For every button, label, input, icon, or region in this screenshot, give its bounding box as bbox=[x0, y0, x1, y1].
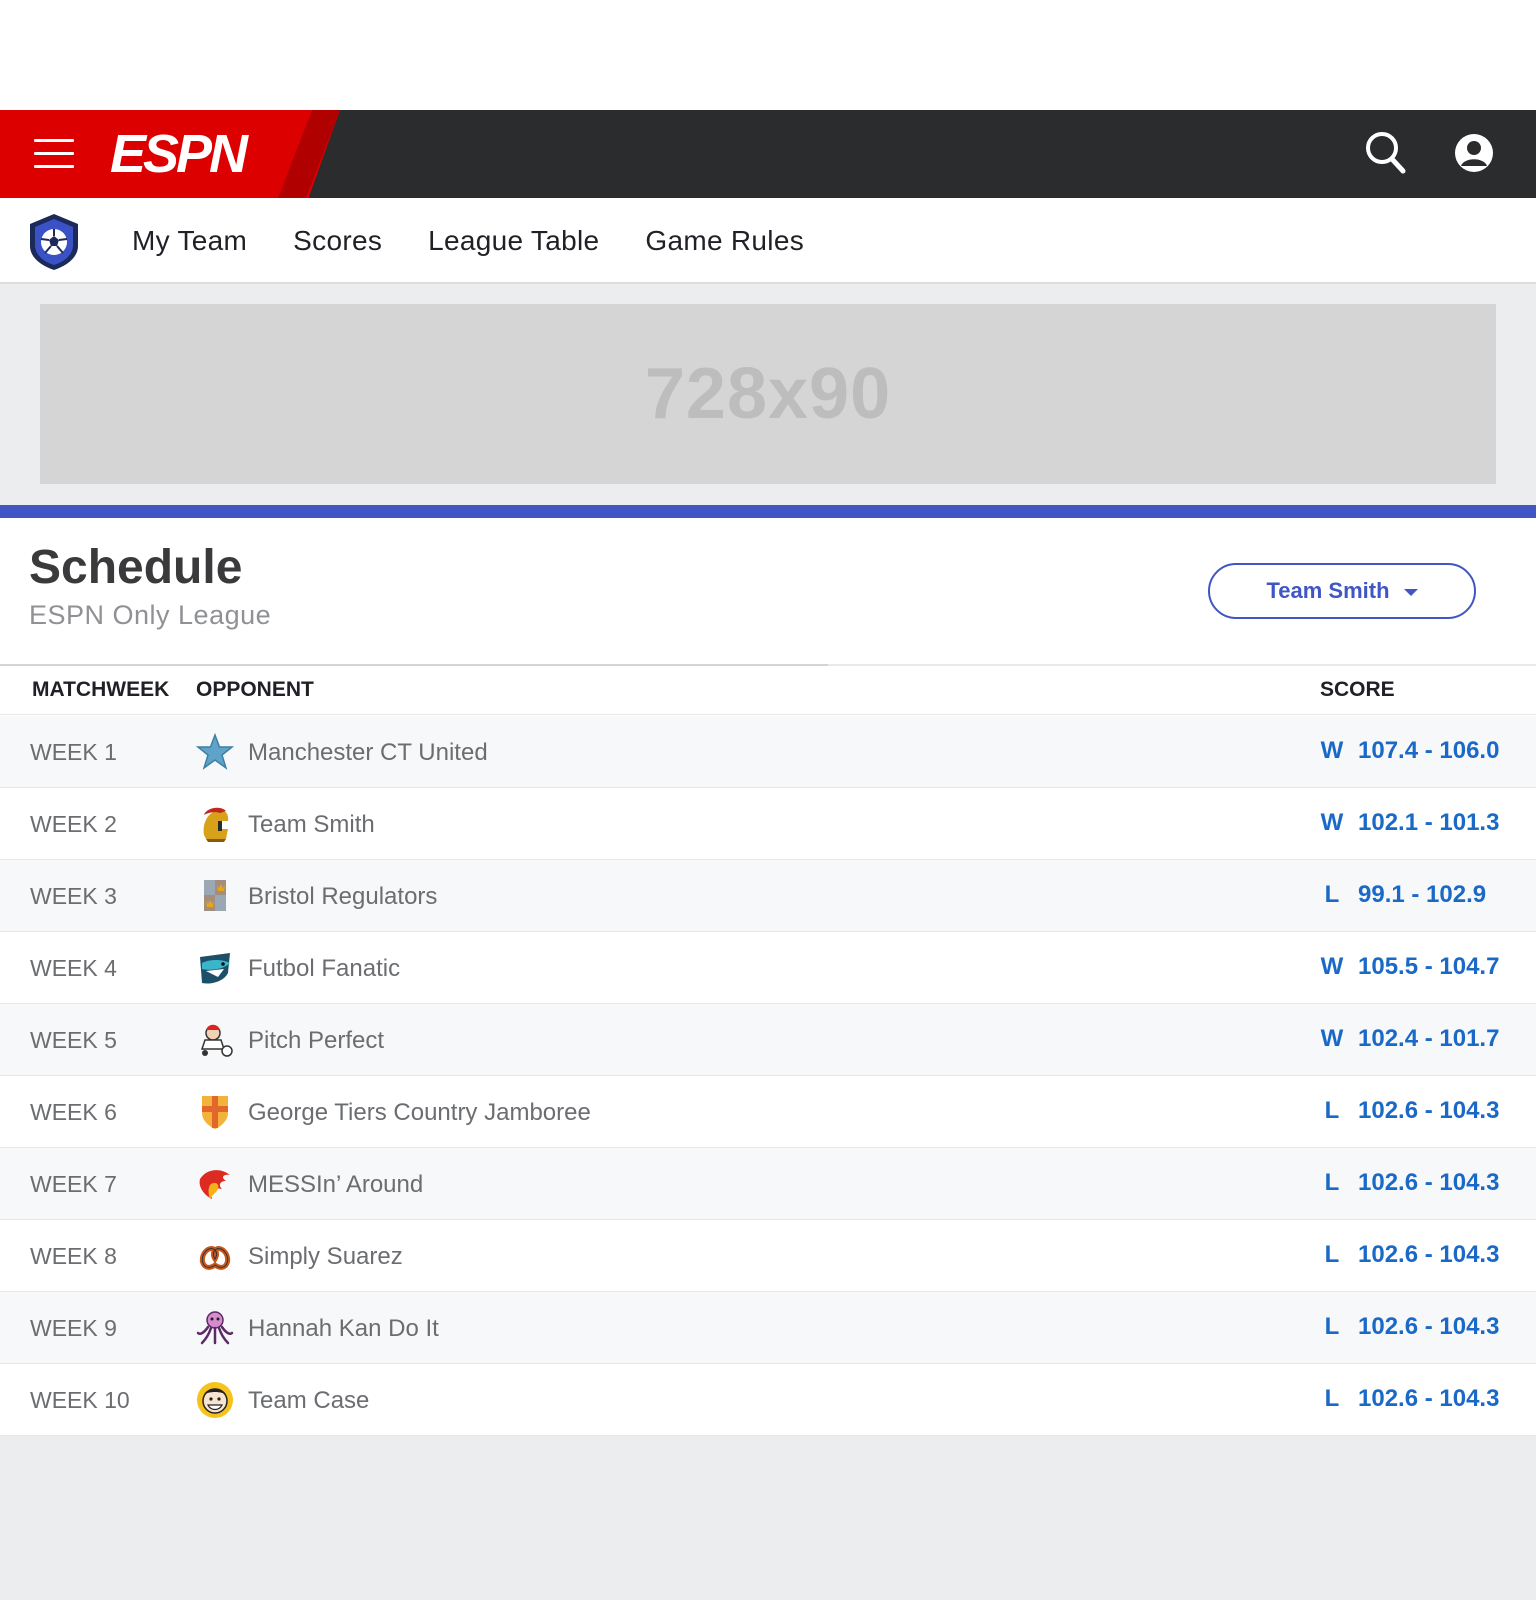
table-row[interactable]: WEEK 9 Hannah Kan Do It L 102.6 - 104.3 bbox=[0, 1292, 1536, 1364]
score-link[interactable]: 102.6 - 104.3 bbox=[1358, 1313, 1499, 1341]
octopus-icon bbox=[196, 1311, 234, 1345]
league-nav: My Team Scores League Table Game Rules bbox=[0, 198, 1536, 284]
schedule-card: Schedule ESPN Only League Team Smith MAT… bbox=[0, 505, 1536, 1436]
score-link[interactable]: 99.1 - 102.9 bbox=[1358, 881, 1486, 909]
soccer-league-badge-icon[interactable] bbox=[24, 212, 84, 272]
week-label: WEEK 10 bbox=[30, 1387, 130, 1413]
cross-shield-icon bbox=[202, 1096, 228, 1129]
column-header-matchweek[interactable]: MATCHWEEK bbox=[32, 678, 169, 702]
opponent-name[interactable]: Simply Suarez bbox=[248, 1243, 403, 1271]
opponent-name[interactable]: MESSIn’ Around bbox=[248, 1171, 423, 1199]
week-label: WEEK 8 bbox=[30, 1243, 117, 1269]
menu-icon[interactable] bbox=[34, 139, 74, 169]
league-subtitle: ESPN Only League bbox=[29, 600, 272, 630]
ad-section: 728x90 bbox=[0, 285, 1536, 505]
clown-face-icon bbox=[197, 1382, 233, 1418]
column-header-opponent[interactable]: OPPONENT bbox=[196, 678, 314, 702]
table-row[interactable]: WEEK 4 Futbol Fanatic W 105.5 - 104.7 bbox=[0, 932, 1536, 1004]
ad-size-label: 728x90 bbox=[644, 354, 892, 434]
opponent-name[interactable]: Hannah Kan Do It bbox=[248, 1315, 439, 1343]
opponent-name[interactable]: Team Smith bbox=[248, 811, 375, 839]
table-row[interactable]: WEEK 5 Pitch Perfect W 102.4 - 101.7 bbox=[0, 1004, 1536, 1076]
page-title: Schedule bbox=[29, 541, 243, 594]
week-label: WEEK 9 bbox=[30, 1315, 117, 1341]
week-label: WEEK 1 bbox=[30, 739, 117, 765]
result-badge: L bbox=[1324, 881, 1340, 908]
table-header: MATCHWEEK OPPONENT SCORE bbox=[0, 666, 1536, 715]
shark-icon bbox=[200, 953, 230, 984]
page: ESPN My Team Scores League Table Game Ru… bbox=[0, 0, 1536, 1600]
spartan-helmet-icon bbox=[203, 807, 229, 842]
week-label: WEEK 5 bbox=[30, 1027, 117, 1053]
ad-banner[interactable]: 728x90 bbox=[40, 304, 1496, 484]
result-badge: L bbox=[1324, 1241, 1340, 1268]
result-badge: W bbox=[1320, 953, 1344, 980]
table-row[interactable]: WEEK 8 Simply Suarez L 102.6 - 104.3 bbox=[0, 1220, 1536, 1292]
week-label: WEEK 4 bbox=[30, 955, 117, 981]
opponent-name[interactable]: Team Case bbox=[248, 1387, 369, 1415]
score-link[interactable]: 107.4 - 106.0 bbox=[1358, 737, 1499, 765]
espn-header: ESPN bbox=[0, 110, 1536, 198]
result-badge: L bbox=[1324, 1313, 1340, 1340]
result-badge: W bbox=[1320, 809, 1344, 836]
score-link[interactable]: 105.5 - 104.7 bbox=[1358, 953, 1499, 981]
table-row[interactable]: WEEK 3 Bristol Regulators L 99.1 - 102.9 bbox=[0, 860, 1536, 932]
schedule-rows: WEEK 1 Manchester CT United W 107.4 - 10… bbox=[0, 716, 1536, 1436]
mascot-icon bbox=[200, 1024, 233, 1057]
opponent-name[interactable]: Futbol Fanatic bbox=[248, 955, 400, 983]
table-row[interactable]: WEEK 10 Team Case L 102.6 - 104.3 bbox=[0, 1364, 1536, 1436]
score-link[interactable]: 102.1 - 101.3 bbox=[1358, 809, 1499, 837]
search-icon[interactable] bbox=[1364, 130, 1406, 174]
score-link[interactable]: 102.6 - 104.3 bbox=[1358, 1097, 1499, 1125]
nav-game-rules[interactable]: Game Rules bbox=[645, 225, 804, 257]
week-label: WEEK 7 bbox=[30, 1171, 117, 1197]
caret-down-icon bbox=[1403, 589, 1418, 596]
team-select-dropdown[interactable]: Team Smith bbox=[1208, 563, 1476, 619]
nav-scores[interactable]: Scores bbox=[293, 225, 382, 257]
top-blank-strip bbox=[0, 0, 1536, 110]
result-badge: W bbox=[1320, 1025, 1344, 1052]
opponent-name[interactable]: George Tiers Country Jamboree bbox=[248, 1099, 591, 1127]
score-link[interactable]: 102.6 - 104.3 bbox=[1358, 1385, 1499, 1413]
week-label: WEEK 3 bbox=[30, 883, 117, 909]
nav-my-team[interactable]: My Team bbox=[132, 225, 247, 257]
nav-league-table[interactable]: League Table bbox=[428, 225, 599, 257]
star-icon bbox=[196, 733, 234, 770]
team-select-label: Team Smith bbox=[1266, 578, 1390, 603]
column-header-score[interactable]: SCORE bbox=[1320, 678, 1395, 702]
flame-bird-icon bbox=[199, 1170, 230, 1199]
result-badge: L bbox=[1324, 1385, 1340, 1412]
score-link[interactable]: 102.6 - 104.3 bbox=[1358, 1169, 1499, 1197]
svg-text:ESPN: ESPN bbox=[110, 128, 249, 180]
table-row[interactable]: WEEK 2 Team Smith W 102.1 - 101.3 bbox=[0, 788, 1536, 860]
score-link[interactable]: 102.4 - 101.7 bbox=[1358, 1025, 1499, 1053]
result-badge: L bbox=[1324, 1169, 1340, 1196]
pretzel-icon bbox=[199, 1246, 231, 1270]
week-label: WEEK 6 bbox=[30, 1099, 117, 1125]
espn-logo[interactable]: ESPN bbox=[108, 128, 276, 180]
user-account-icon[interactable] bbox=[1454, 133, 1494, 173]
table-row[interactable]: WEEK 6 George Tiers Country Jamboree L 1… bbox=[0, 1076, 1536, 1148]
crown-flag-icon bbox=[204, 880, 226, 911]
result-badge: W bbox=[1320, 737, 1344, 764]
table-row[interactable]: WEEK 1 Manchester CT United W 107.4 - 10… bbox=[0, 716, 1536, 788]
nav-items: My Team Scores League Table Game Rules bbox=[132, 198, 850, 284]
week-label: WEEK 2 bbox=[30, 811, 117, 837]
table-row[interactable]: WEEK 7 MESSIn’ Around L 102.6 - 104.3 bbox=[0, 1148, 1536, 1220]
opponent-name[interactable]: Bristol Regulators bbox=[248, 883, 437, 911]
opponent-name[interactable]: Manchester CT United bbox=[248, 739, 488, 767]
score-link[interactable]: 102.6 - 104.3 bbox=[1358, 1241, 1499, 1269]
opponent-name[interactable]: Pitch Perfect bbox=[248, 1027, 384, 1055]
result-badge: L bbox=[1324, 1097, 1340, 1124]
